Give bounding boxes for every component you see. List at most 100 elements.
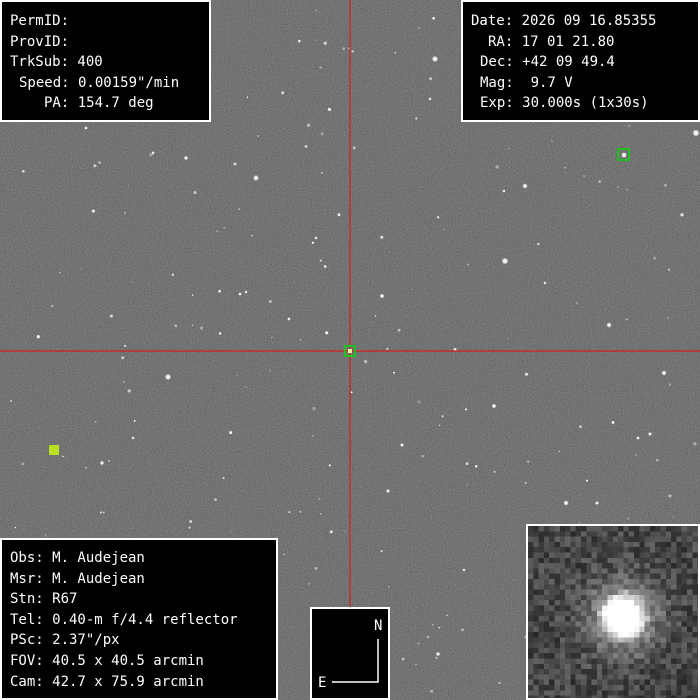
thumbnail-pixel [581,584,587,590]
thumbnail-pixel [692,536,698,543]
thumbnail-pixel [543,526,550,532]
thumbnail-pixel [612,669,619,675]
thumbnail-pixel [628,568,635,574]
thumbnail-pixel [628,563,635,569]
thumbnail-pixel [671,547,677,553]
thumbnail-pixel [565,616,571,622]
thumbnail-pixel [687,541,693,548]
thumbnail-pixel [570,616,576,622]
thumbnail-pixel [687,647,693,654]
thumbnail-pixel [596,584,603,590]
thumbnail-pixel [581,600,587,606]
thumbnail-pixel [549,690,555,696]
thumbnail-pixel [533,674,539,680]
faint-star [299,339,302,341]
thumbnail-pixel [586,541,592,548]
thumbnail-pixel [559,531,566,537]
thumbnail-pixel [607,547,614,553]
thumbnail-pixel [581,605,587,612]
thumbnail-pixel [681,579,688,585]
thumbnail-pixel [538,616,545,622]
thumbnail-pixel [538,536,545,543]
faint-star [222,477,225,480]
thumbnail-pixel [644,605,651,612]
star-marker-top-right[interactable] [617,148,630,161]
thumbnail-pixel [559,579,566,585]
thumbnail-pixel [681,594,688,601]
thumbnail-pixel [687,594,693,601]
thumbnail-pixel [538,557,545,564]
thumbnail-pixel [687,568,693,574]
thumbnail-pixel [538,626,545,633]
thumbnail-pixel [549,568,555,574]
thumbnail-pixel [692,557,698,564]
faint-star [108,460,110,462]
faint-star [288,511,291,514]
thumbnail-pixel [533,610,539,617]
thumbnail-pixel [554,685,561,691]
thumbnail-pixel [676,632,682,638]
thumbnail-pixel [687,674,693,680]
thumbnail-pixel [533,690,539,696]
thumbnail-pixel [634,600,640,606]
thumbnail-pixel [681,552,688,559]
thumbnail-pixel [623,584,629,590]
thumbnail-pixel [612,626,619,633]
thumbnail-pixel [623,626,629,633]
thumbnail-pixel [687,589,693,596]
thumbnail-pixel [570,621,576,627]
faint-star [14,526,16,529]
thumbnail-pixel [649,573,656,580]
thumbnail-pixel [602,669,608,675]
thumbnail-pixel [687,637,693,643]
thumbnail-pixel [681,637,688,643]
thumbnail-pixel [565,589,571,596]
thumbnail-pixel [581,642,587,649]
thumbnail-pixel [575,541,582,548]
thumbnail-pixel [634,642,640,649]
thumbnail-pixel [655,674,661,680]
faint-star [635,454,637,456]
thumbnail-pixel [570,547,576,553]
thumbnail-pixel [528,579,534,585]
thumbnail-pixel [559,594,566,601]
reference-star-marker[interactable] [49,445,59,455]
pixel-scale-value: PSc: 2.37"/px [10,632,120,649]
faint-star [524,481,527,484]
thumbnail-pixel [543,584,550,590]
target-marker[interactable] [344,345,356,357]
thumbnail-pixel [618,547,624,553]
thumbnail-pixel [639,536,645,543]
thumbnail-pixel [628,653,635,659]
thumbnail-pixel [581,547,587,553]
thumbnail-pixel [528,573,534,580]
thumbnail-pixel [581,632,587,638]
thumbnail-pixel [612,637,619,643]
thumbnail-pixel [565,637,571,643]
thumbnail-pixel [692,658,698,665]
thumbnail-pixel [618,690,624,696]
thumbnail-pixel [665,573,672,580]
thumbnail-pixel [618,632,624,638]
thumbnail-pixel [596,557,603,564]
faint-star [342,47,345,50]
thumbnail-pixel [543,579,550,585]
faint-star [62,455,64,458]
thumbnail-pixel [570,653,576,659]
thumbnail-pixel [681,568,688,574]
thumbnail-pixel [596,647,603,654]
thumbnail-pixel [612,557,619,564]
thumbnail-pixel [591,536,598,543]
thumbnail-pixel [634,637,640,643]
thumbnail-pixel [570,610,576,617]
thumbnail-pixel [649,552,656,559]
thumbnail-pixel [649,605,656,612]
thumbnail-pixel [538,610,545,617]
thumbnail-pixel [538,653,545,659]
thumbnail-pixel [554,531,561,537]
thumbnail-pixel [655,573,661,580]
observation-info-panel: Date: 2026 09 16.85355 RA: 17 01 21.80 D… [461,0,700,122]
thumbnail-pixel [676,685,682,691]
thumbnail-pixel [665,552,672,559]
thumbnail-pixel [644,695,651,698]
